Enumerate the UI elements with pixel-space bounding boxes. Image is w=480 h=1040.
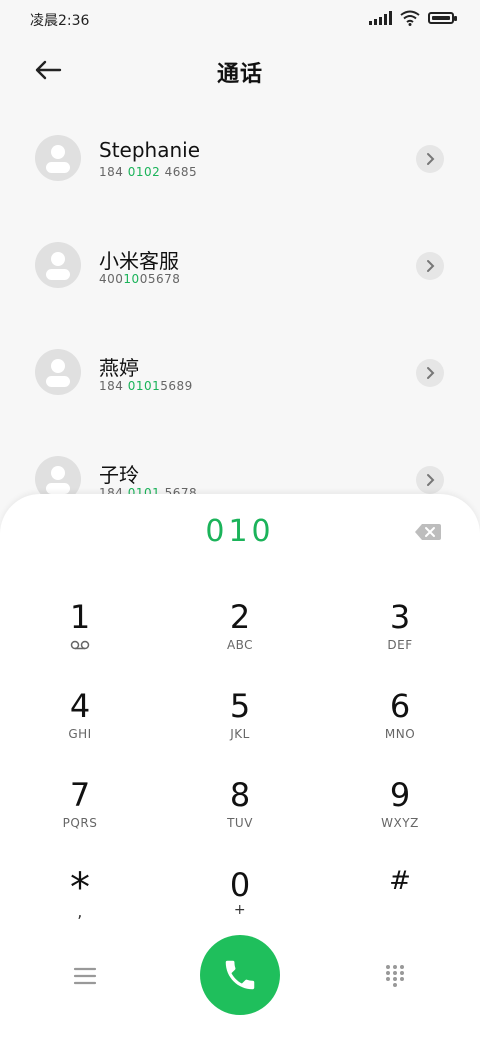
phone-icon <box>225 960 255 990</box>
key-star[interactable]: * , <box>20 868 140 948</box>
dialpad-icon[interactable] <box>384 963 406 989</box>
call-button[interactable] <box>200 935 280 1015</box>
avatar <box>35 242 81 288</box>
contact-detail-button[interactable] <box>416 145 444 173</box>
dial-input[interactable]: 010 <box>0 514 480 549</box>
contact-number: 184 01015689 <box>99 379 193 393</box>
backspace-button[interactable] <box>414 522 442 542</box>
key-1[interactable]: 1 <box>20 598 140 678</box>
voicemail-icon <box>70 640 90 650</box>
contact-number: 4001005678 <box>99 272 181 286</box>
key-7[interactable]: 7 PQRS <box>20 776 140 856</box>
menu-icon[interactable] <box>72 966 98 986</box>
contact-row[interactable]: 小米客服 4001005678 <box>0 217 480 324</box>
contact-name: 子玲 <box>99 463 139 487</box>
chevron-right-icon <box>427 474 435 486</box>
contact-number: 184 0102 4685 <box>99 165 198 179</box>
contact-name: Stephanie <box>99 138 201 162</box>
key-hash[interactable]: # <box>340 862 460 942</box>
contact-detail-button[interactable] <box>416 359 444 387</box>
status-bar: 凌晨2:36 <box>0 0 480 40</box>
status-icons <box>369 10 457 26</box>
key-6[interactable]: 6 MNO <box>340 687 460 767</box>
key-5[interactable]: 5 JKL <box>180 687 300 767</box>
contact-detail-button[interactable] <box>416 252 444 280</box>
battery-icon <box>428 12 457 24</box>
key-0[interactable]: 0 + <box>180 866 300 946</box>
contact-row[interactable]: Stephanie 184 0102 4685 <box>0 110 480 217</box>
key-9[interactable]: 9 WXYZ <box>340 776 460 856</box>
key-2[interactable]: 2 ABC <box>180 598 300 678</box>
key-4[interactable]: 4 GHI <box>20 687 140 767</box>
signal-icon <box>369 11 392 25</box>
page-title: 通话 <box>216 62 263 87</box>
contact-name: 燕婷 <box>99 356 139 380</box>
contact-list: Stephanie 184 0102 4685 小米客服 4001005678 … <box>0 110 480 538</box>
avatar <box>35 135 81 181</box>
avatar <box>35 349 81 395</box>
contact-name: 小米客服 <box>99 249 179 273</box>
key-3[interactable]: 3 DEF <box>340 598 460 678</box>
contact-detail-button[interactable] <box>416 466 444 494</box>
wifi-icon <box>400 10 420 26</box>
chevron-right-icon <box>427 260 435 272</box>
key-8[interactable]: 8 TUV <box>180 776 300 856</box>
chevron-right-icon <box>427 153 435 165</box>
backspace-icon <box>415 524 441 540</box>
status-time: 凌晨2:36 <box>30 13 90 29</box>
chevron-right-icon <box>427 367 435 379</box>
contact-row[interactable]: 燕婷 184 01015689 <box>0 324 480 431</box>
header: 通话 <box>0 44 480 96</box>
